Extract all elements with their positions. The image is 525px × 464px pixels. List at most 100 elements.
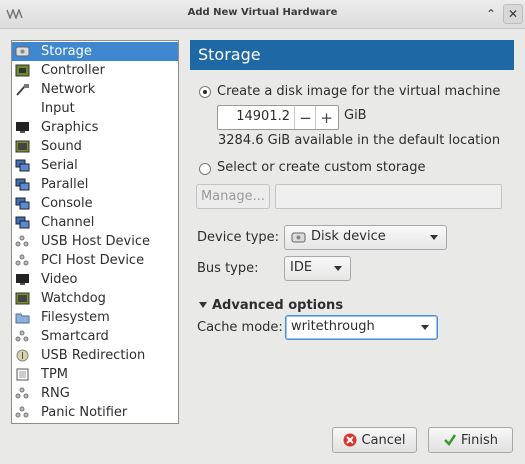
chevron-down-icon	[334, 266, 342, 271]
expander-arrow-icon[interactable]	[199, 302, 207, 308]
available-space-text: 3284.6 GiB available in the default loca…	[218, 133, 501, 148]
channel-icon	[14, 216, 30, 230]
sidebar-item-label: Parallel	[41, 177, 89, 192]
finish-label: Finish	[460, 432, 498, 448]
sidebar-item-controller[interactable]: Controller	[12, 61, 178, 80]
sidebar-item-label: RNG	[41, 386, 70, 401]
sidebar-item-label: Filesystem	[41, 310, 110, 325]
chevron-down-icon	[430, 235, 438, 240]
cancel-icon	[343, 433, 357, 447]
sidebar-item-label: Watchdog	[41, 291, 106, 306]
cancel-label: Cancel	[361, 432, 406, 448]
sidebar-item-label: TPM	[41, 367, 68, 382]
sidebar-item-pci-host-device[interactable]: PCI Host Device	[12, 251, 178, 270]
device-type-value: Disk device	[311, 229, 386, 244]
sidebar-item-network[interactable]: Network	[12, 80, 178, 99]
controller-icon	[14, 64, 30, 78]
sidebar-item-label: Network	[41, 82, 96, 97]
sidebar-item-sound[interactable]: Sound	[12, 137, 178, 156]
sidebar-item-label: Channel	[41, 215, 95, 230]
panic-notifier-icon	[14, 406, 30, 420]
sidebar-item-usb-redirection[interactable]: USB Redirection	[12, 346, 178, 365]
manage-button[interactable]: Manage...	[196, 184, 270, 209]
watchdog-icon	[14, 292, 30, 306]
sidebar-item-label: Controller	[41, 63, 105, 78]
custom-storage-label[interactable]: Select or create custom storage	[217, 160, 425, 175]
parallel-icon	[14, 178, 30, 192]
video-icon	[14, 273, 30, 287]
sidebar-item-label: PCI Host Device	[41, 253, 145, 268]
finish-button[interactable]: Finish	[428, 427, 513, 453]
usb-redirection-icon	[14, 349, 30, 363]
increment-button[interactable]: +	[315, 106, 337, 129]
sidebar-item-label: USB Host Device	[41, 234, 151, 249]
sidebar-item-label: Video	[41, 272, 78, 287]
cache-mode-label: Cache mode:	[197, 320, 283, 335]
custom-storage-path-input[interactable]	[275, 184, 502, 209]
close-icon[interactable]: ✕	[503, 4, 523, 24]
sidebar-item-panic-notifier[interactable]: Panic Notifier	[12, 403, 178, 422]
sidebar-item-storage[interactable]: Storage	[12, 42, 178, 61]
sidebar-item-smartcard[interactable]: Smartcard	[12, 327, 178, 346]
sidebar-item-rng[interactable]: RNG	[12, 384, 178, 403]
sidebar-item-label: Serial	[41, 158, 78, 173]
cache-mode-value: writethrough	[291, 319, 375, 334]
sidebar-item-filesystem[interactable]: Filesystem	[12, 308, 178, 327]
sidebar-item-label: Panic Notifier	[41, 405, 128, 420]
bus-type-dropdown[interactable]: IDE	[284, 256, 351, 281]
storage-icon	[14, 45, 30, 59]
bus-type-label: Bus type:	[197, 261, 259, 276]
sidebar-item-input[interactable]: Input	[12, 99, 178, 118]
smartcard-icon	[14, 330, 30, 344]
filesystem-icon	[14, 311, 30, 325]
sidebar-item-label: Console	[41, 196, 93, 211]
network-icon	[14, 83, 30, 97]
sidebar-item-serial[interactable]: Serial	[12, 156, 178, 175]
sidebar-item-channel[interactable]: Channel	[12, 213, 178, 232]
bus-type-value: IDE	[290, 260, 313, 275]
page-title-bar: Storage	[190, 40, 514, 70]
sidebar-item-label: Smartcard	[41, 329, 109, 344]
sidebar-item-label: Input	[41, 101, 75, 116]
serial-icon	[14, 159, 30, 173]
sound-icon	[14, 140, 30, 154]
graphics-icon	[14, 121, 30, 135]
console-icon	[14, 197, 30, 211]
tpm-icon	[14, 368, 30, 382]
sidebar-item-parallel[interactable]: Parallel	[12, 175, 178, 194]
advanced-options-expander[interactable]: Advanced options	[212, 298, 343, 313]
sidebar-item-video[interactable]: Video	[12, 270, 178, 289]
sidebar-item-label: Graphics	[41, 120, 99, 135]
up-icon[interactable]: ⌃	[481, 4, 501, 24]
sidebar-item-label: Sound	[41, 139, 82, 154]
title-bar: Add New Virtual Hardware ⌃ ✕	[0, 0, 525, 29]
usb-host-icon	[14, 235, 30, 249]
rng-icon	[14, 387, 30, 401]
check-icon	[443, 433, 457, 447]
cancel-button[interactable]: Cancel	[332, 427, 417, 453]
disk-size-spinner[interactable]: 14901.2 − +	[217, 105, 339, 130]
disk-device-icon	[291, 231, 306, 248]
cache-mode-dropdown[interactable]: writethrough	[285, 315, 438, 340]
chevron-down-icon	[421, 325, 429, 330]
size-unit: GiB	[344, 108, 367, 123]
device-type-dropdown[interactable]: Disk device	[284, 225, 447, 250]
create-disk-radio[interactable]	[199, 86, 211, 98]
sidebar-item-watchdog[interactable]: Watchdog	[12, 289, 178, 308]
window-title: Add New Virtual Hardware	[187, 7, 338, 18]
input-icon	[14, 102, 30, 116]
hardware-list[interactable]: Storage Controller Network Input Graphic…	[11, 40, 179, 424]
disk-size-value[interactable]: 14901.2	[236, 109, 290, 124]
sidebar-item-tpm[interactable]: TPM	[12, 365, 178, 384]
custom-storage-radio[interactable]	[199, 163, 211, 175]
decrement-button[interactable]: −	[294, 106, 316, 129]
sidebar-item-graphics[interactable]: Graphics	[12, 118, 178, 137]
create-disk-label[interactable]: Create a disk image for the virtual mach…	[217, 84, 500, 99]
sidebar-item-label: USB Redirection	[41, 348, 146, 363]
pci-host-icon	[14, 254, 30, 268]
sidebar-item-label: Storage	[41, 44, 92, 59]
sidebar-item-usb-host-device[interactable]: USB Host Device	[12, 232, 178, 251]
device-type-label: Device type:	[197, 230, 280, 245]
page-title: Storage	[198, 45, 261, 64]
sidebar-item-console[interactable]: Console	[12, 194, 178, 213]
